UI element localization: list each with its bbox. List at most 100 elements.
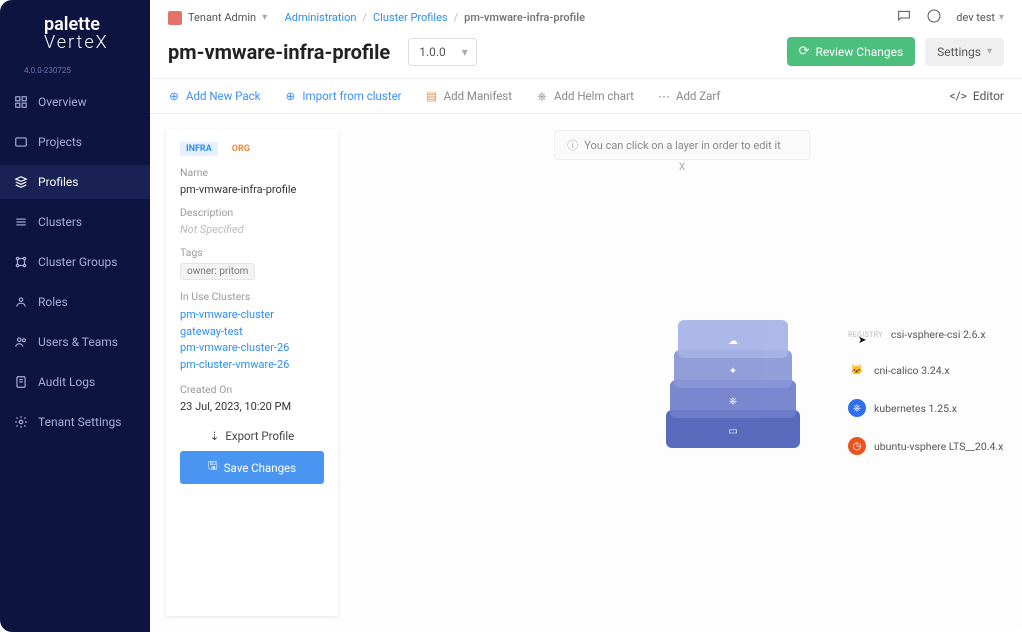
topbar: Tenant Admin ▾ Administration / Cluster … xyxy=(150,0,1022,29)
import-cluster-button[interactable]: ⊕ Import from cluster xyxy=(284,89,401,103)
cluster-groups-icon xyxy=(14,255,28,269)
settings-icon xyxy=(14,415,28,429)
nav-label: Projects xyxy=(38,135,82,149)
nav-label: Roles xyxy=(38,295,68,309)
storage-icon: ☁ xyxy=(728,336,738,347)
tenant-dropdown-icon[interactable]: ▾ xyxy=(262,12,267,23)
clusters-icon xyxy=(14,215,28,229)
layer-row-network[interactable]: 🐱 cni-calico 3.24.x Network xyxy=(848,351,1022,389)
tool-label: Add New Pack xyxy=(186,89,260,103)
users-icon xyxy=(14,335,28,349)
layer-row-os[interactable]: ◷ ubuntu-vsphere LTS__20.4.x OS xyxy=(848,427,1022,465)
layer-hex-storage[interactable]: ☁ xyxy=(678,320,788,358)
profile-detail-card: INFRA ORG Name pm-vmware-infra-profile D… xyxy=(166,130,338,616)
layer-name: cni-calico 3.24.x xyxy=(874,364,1022,377)
nav-label: Users & Teams xyxy=(38,335,118,349)
os-icon: ▭ xyxy=(728,426,737,437)
cursor-icon: ➤ xyxy=(858,335,866,346)
brand-sub: VerteX xyxy=(44,32,109,53)
editor-button[interactable]: </> Editor xyxy=(950,89,1004,103)
user-name: dev test xyxy=(956,11,995,24)
save-changes-button[interactable]: 🖫 Save Changes xyxy=(180,451,324,484)
nav-audit-logs[interactable]: Audit Logs xyxy=(0,365,150,399)
zarf-icon: ⋯ xyxy=(658,90,670,102)
titlebar: pm-vmware-infra-profile 1.0.0 Review Cha… xyxy=(150,29,1022,79)
nav-projects[interactable]: Projects xyxy=(0,125,150,159)
export-label: Export Profile xyxy=(225,429,294,443)
chevron-down-icon: ▾ xyxy=(999,12,1004,23)
layer-row-storage[interactable]: REGISTRY csi-vsphere-csi 2.6.x Storage xyxy=(848,318,1022,351)
nav-clusters[interactable]: Clusters xyxy=(0,205,150,239)
main: Tenant Admin ▾ Administration / Cluster … xyxy=(150,0,1022,632)
layer-row-kubernetes[interactable]: ⎈ kubernetes 1.25.x Kubernetes xyxy=(848,389,1022,427)
created-label: Created On xyxy=(180,383,324,396)
cluster-link[interactable]: gateway-test xyxy=(180,324,324,341)
nav-label: Profiles xyxy=(38,175,79,189)
crumb-admin[interactable]: Administration xyxy=(285,11,357,24)
kubernetes-icon: ⎈ xyxy=(729,396,737,407)
nav-roles[interactable]: Roles xyxy=(0,285,150,319)
cluster-link[interactable]: pm-vmware-cluster-26 xyxy=(180,340,324,357)
overview-icon xyxy=(14,95,28,109)
projects-icon xyxy=(14,135,28,149)
add-manifest-button[interactable]: ▤ Add Manifest xyxy=(426,89,512,103)
desc-label: Description xyxy=(180,206,324,219)
nav-tenant-settings[interactable]: Tenant Settings xyxy=(0,405,150,439)
sidebar: palette VerteX 4.0.0-230725 Overview Pro… xyxy=(0,0,150,632)
add-zarf-button[interactable]: ⋯ Add Zarf xyxy=(658,89,720,103)
nav-cluster-groups[interactable]: Cluster Groups xyxy=(0,245,150,279)
file-icon: ▤ xyxy=(426,90,438,102)
toolbar: ⊕ Add New Pack ⊕ Import from cluster ▤ A… xyxy=(150,79,1022,114)
user-menu[interactable]: dev test ▾ xyxy=(956,11,1004,24)
nav-profiles[interactable]: Profiles xyxy=(0,165,150,199)
review-changes-button[interactable]: Review Changes xyxy=(787,37,916,66)
cluster-link[interactable]: pm-cluster-vmware-26 xyxy=(180,357,324,374)
badge-infra: INFRA xyxy=(180,142,218,156)
name-label: Name xyxy=(180,166,324,179)
tip-message: You can click on a layer in order to edi… xyxy=(554,130,810,160)
crumb-profiles[interactable]: Cluster Profiles xyxy=(373,11,448,24)
add-pack-button[interactable]: ⊕ Add New Pack xyxy=(168,89,260,103)
tenant-icon xyxy=(168,11,182,25)
tenant-label: Tenant Admin xyxy=(188,11,256,24)
tags-label: Tags xyxy=(180,246,324,259)
audit-icon xyxy=(14,375,28,389)
desc-value: Not Specified xyxy=(180,223,324,236)
nav-users-teams[interactable]: Users & Teams xyxy=(0,325,150,359)
settings-label: Settings xyxy=(937,45,981,59)
export-profile-button[interactable]: ⇣ Export Profile xyxy=(180,429,324,443)
crumb-current: pm-vmware-infra-profile xyxy=(464,11,585,24)
settings-button[interactable]: Settings ▾ xyxy=(925,38,1004,66)
layers-list: REGISTRY csi-vsphere-csi 2.6.x Storage 🐱… xyxy=(848,318,1022,465)
ubuntu-icon: ◷ xyxy=(848,437,866,455)
app-version: 4.0.0-230725 xyxy=(0,56,150,85)
export-icon: ⇣ xyxy=(210,429,220,443)
tip-text: You can click on a layer in order to edi… xyxy=(584,139,781,152)
created-value: 23 Jul, 2023, 10:20 PM xyxy=(180,400,324,413)
version-select[interactable]: 1.0.0 xyxy=(408,38,477,66)
layer-name: ubuntu-vsphere LTS__20.4.x xyxy=(874,440,1022,453)
layers-canvas: You can click on a layer in order to edi… xyxy=(358,130,1006,616)
review-label: Review Changes xyxy=(816,45,904,59)
save-icon: 🖫 xyxy=(208,458,218,477)
name-value: pm-vmware-infra-profile xyxy=(180,183,324,196)
page-title: pm-vmware-infra-profile xyxy=(168,40,390,64)
add-icon[interactable] xyxy=(926,8,942,27)
badge-org: ORG xyxy=(226,142,256,156)
cluster-link[interactable]: pm-vmware-cluster xyxy=(180,307,324,324)
tool-label: Add Zarf xyxy=(676,89,720,103)
layer-name: kubernetes 1.25.x xyxy=(874,402,1022,415)
roles-icon xyxy=(14,295,28,309)
tip-close-button[interactable]: X xyxy=(555,162,809,173)
kubernetes-icon: ⎈ xyxy=(848,399,866,417)
add-helm-button[interactable]: ⎈ Add Helm chart xyxy=(536,89,634,103)
network-icon: ✦ xyxy=(729,366,737,377)
editor-label: Editor xyxy=(973,89,1004,103)
tool-label: Add Helm chart xyxy=(554,89,634,103)
nav-overview[interactable]: Overview xyxy=(0,85,150,119)
nav-label: Audit Logs xyxy=(38,375,95,389)
chat-icon[interactable] xyxy=(896,8,912,27)
code-icon: </> xyxy=(950,89,967,103)
layer-name: csi-vsphere-csi 2.6.x xyxy=(891,328,1022,341)
plus-circle-icon: ⊕ xyxy=(168,90,180,102)
